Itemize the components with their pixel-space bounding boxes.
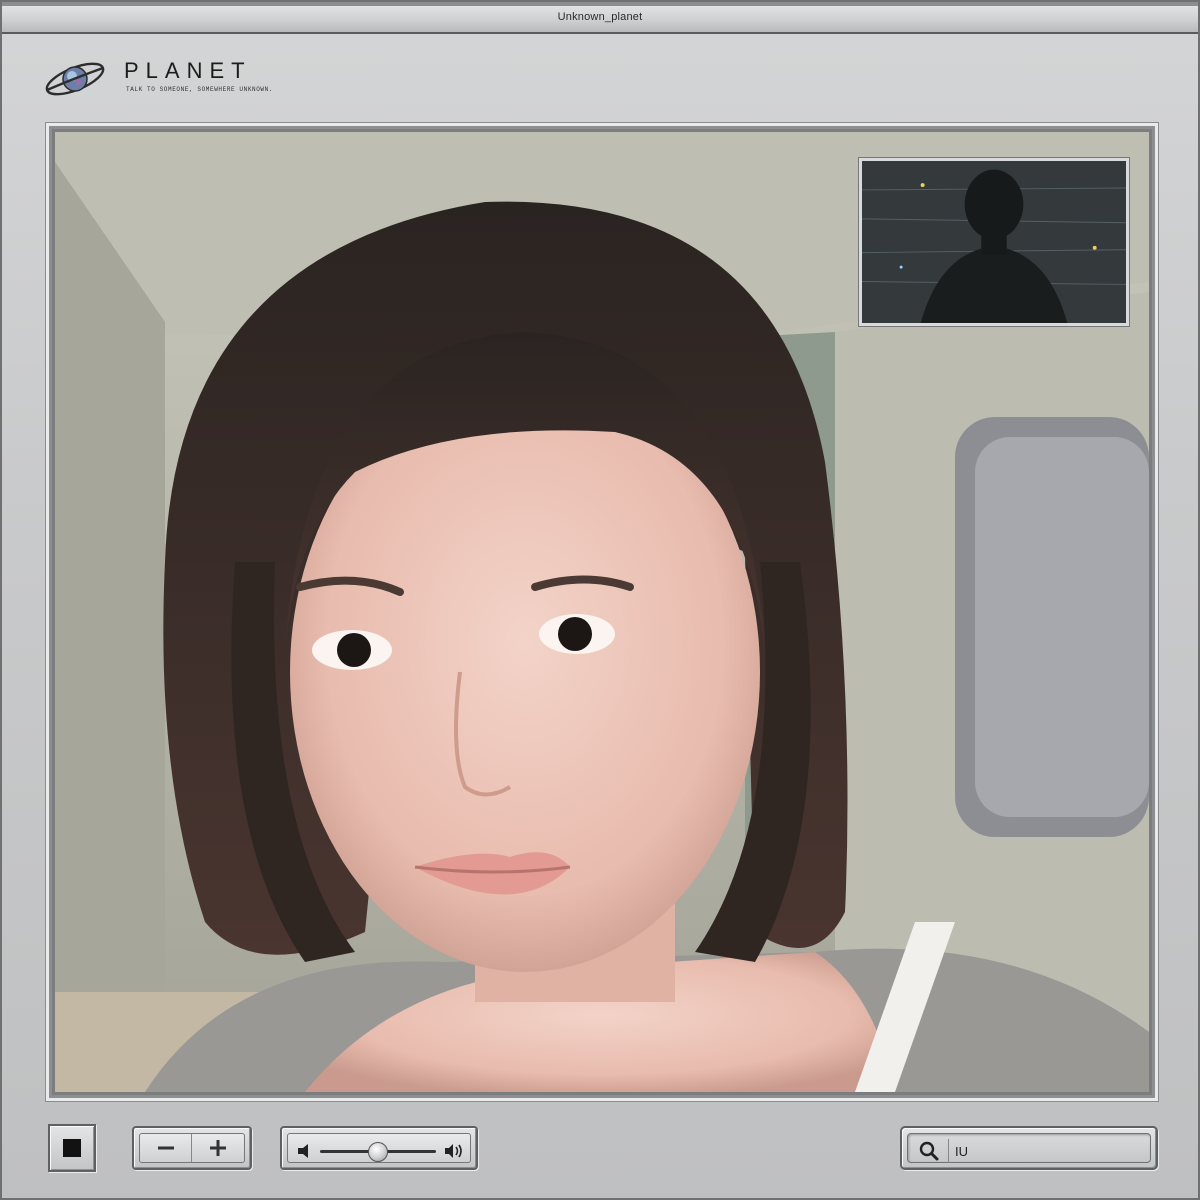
speaker-high-icon[interactable] [444, 1142, 464, 1160]
volume-control [280, 1126, 478, 1170]
window-title: Unknown_planet [557, 11, 643, 23]
search-input[interactable] [955, 1138, 1142, 1164]
control-bar [2, 1112, 1198, 1192]
search-field-wrapper [907, 1133, 1151, 1164]
video-frame [46, 123, 1158, 1101]
plus-icon [210, 1140, 226, 1156]
title-bar[interactable]: Unknown_planet [2, 2, 1198, 34]
volume-thumb[interactable] [368, 1142, 388, 1162]
search-box [900, 1126, 1158, 1170]
search-divider [948, 1139, 949, 1163]
speaker-low-icon[interactable] [296, 1142, 316, 1160]
app-window: Unknown_planet PLANET TALK TO SOMEONE, S… [0, 0, 1200, 1200]
zoom-in-button[interactable] [192, 1134, 244, 1162]
minus-icon [157, 1146, 174, 1150]
main-video-feed[interactable] [55, 132, 1149, 1092]
stop-icon [63, 1139, 81, 1157]
self-view-silhouette [862, 161, 1126, 323]
zoom-out-button[interactable] [140, 1134, 192, 1162]
brand-name: PLANET [124, 58, 252, 83]
volume-slider-area [287, 1133, 471, 1163]
volume-track[interactable] [320, 1142, 436, 1162]
planet-orbit-icon [45, 62, 105, 96]
stop-button[interactable] [48, 1124, 96, 1172]
zoom-control [132, 1126, 252, 1170]
zoom-buttons [139, 1133, 245, 1163]
brand-header: PLANET TALK TO SOMEONE, SOMEWHERE UNKNOW… [42, 52, 342, 107]
brand-tagline: TALK TO SOMEONE, SOMEWHERE UNKNOWN. [126, 86, 274, 93]
self-view-pip[interactable] [859, 158, 1129, 326]
magnifier-icon[interactable] [918, 1140, 940, 1162]
